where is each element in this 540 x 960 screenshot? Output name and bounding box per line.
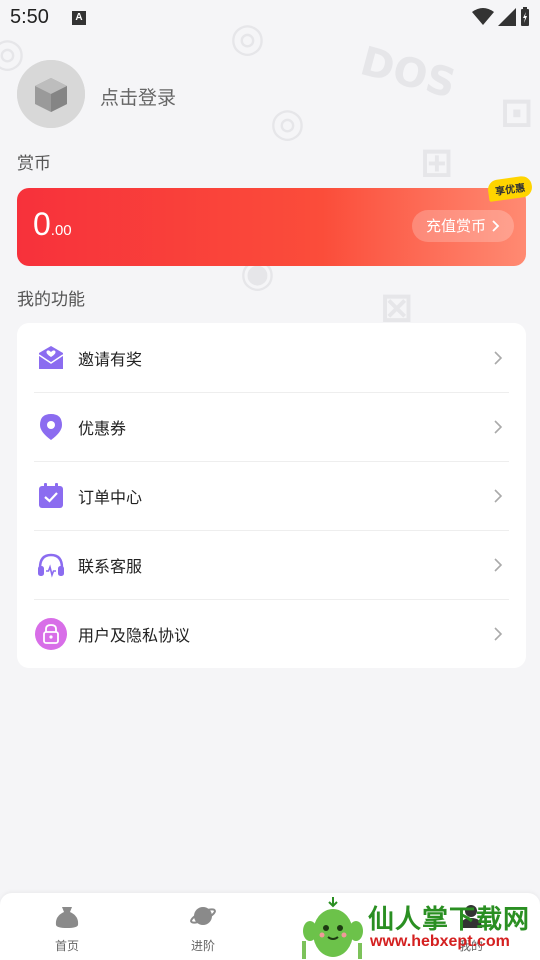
nav-label: 进阶 — [190, 939, 215, 953]
functions-list: 邀请有奖 优惠券 订单中心 联系客服 用户及隐私协议 — [17, 323, 526, 668]
planet-icon — [190, 907, 216, 925]
nav-label: 首页 — [54, 939, 79, 953]
chevron-right-icon — [494, 557, 503, 572]
status-icons — [472, 7, 530, 27]
promo-badge: 享优惠 — [486, 175, 534, 202]
watermark-title: 仙人掌下载网 — [368, 905, 531, 935]
signal-icon — [498, 8, 516, 26]
status-bar: 5:50 A — [0, 0, 540, 36]
headset-icon — [38, 553, 64, 578]
location-pin-icon — [40, 413, 62, 440]
chevron-right-icon — [494, 350, 503, 365]
wifi-icon — [472, 8, 494, 25]
lock-icon — [35, 617, 67, 650]
func-item-coupons[interactable]: 优惠券 — [17, 392, 526, 461]
func-item-label: 用户及隐私协议 — [78, 625, 191, 645]
coin-amount-dec: .00 — [50, 222, 72, 239]
coin-balance-card: 0.00 充值赏币 享优惠 — [17, 175, 534, 266]
battery-icon — [521, 7, 529, 26]
cube-icon — [17, 60, 85, 128]
chevron-right-icon — [494, 419, 503, 434]
func-item-label: 联系客服 — [78, 556, 143, 576]
recharge-label: 充值赏币 — [425, 217, 486, 235]
nav-item-advanced[interactable]: 进阶 — [168, 903, 238, 954]
coin-amount-int: 0 — [33, 206, 51, 242]
func-item-orders[interactable]: 订单中心 — [17, 461, 526, 530]
chevron-right-icon — [494, 488, 503, 503]
coin-amount: 0.00 — [33, 206, 72, 243]
bag-icon — [55, 907, 79, 928]
func-item-invite[interactable]: 邀请有奖 — [17, 323, 526, 392]
func-item-privacy[interactable]: 用户及隐私协议 — [17, 599, 526, 668]
watermark-url: www.hebxept.com — [370, 933, 510, 950]
status-time: 5:50 — [10, 6, 49, 28]
avatar[interactable] — [17, 60, 85, 128]
coins-section-label: 赏币 — [17, 154, 51, 174]
cactus-mascot-icon — [302, 897, 363, 959]
calendar-check-icon — [39, 482, 63, 508]
chevron-right-icon — [492, 220, 500, 232]
gift-mail-icon — [38, 345, 64, 369]
func-item-label: 优惠券 — [78, 418, 127, 438]
login-link[interactable]: 点击登录 — [100, 83, 176, 110]
functions-section-label: 我的功能 — [17, 290, 85, 310]
nav-item-home[interactable]: 首页 — [32, 903, 102, 954]
recharge-button[interactable]: 充值赏币 — [411, 210, 514, 242]
chevron-right-icon — [494, 626, 503, 641]
func-item-label: 订单中心 — [78, 487, 143, 507]
watermark: 仙人掌下载网 www.hebxept.com — [300, 895, 540, 960]
func-item-support[interactable]: 联系客服 — [17, 530, 526, 599]
notification-a-icon: A — [72, 11, 86, 25]
func-item-label: 邀请有奖 — [78, 349, 143, 369]
